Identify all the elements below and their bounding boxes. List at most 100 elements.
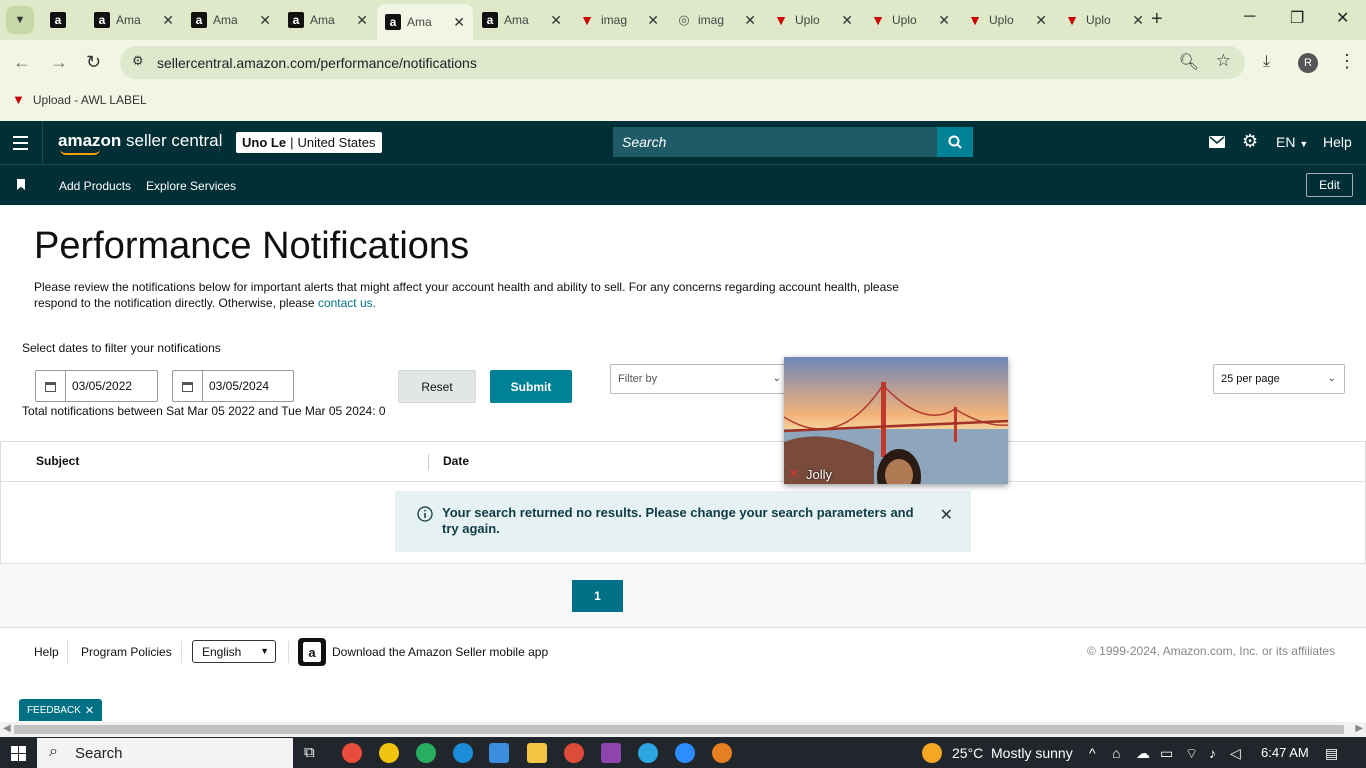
volume-icon[interactable]: ◁ [1230, 745, 1241, 762]
close-icon[interactable]: ✕ [647, 12, 659, 29]
video-call-overlay[interactable]: ✕ Jolly [784, 357, 1008, 484]
download-icon[interactable]: ⤓ [1263, 53, 1270, 71]
bookmark-item[interactable]: ▼ Upload - AWL LABEL [12, 92, 147, 107]
close-icon[interactable]: ✕ [453, 14, 465, 31]
browser-tab[interactable]: ▼ Uplo ✕ [1056, 4, 1152, 36]
scroll-right-icon[interactable]: ▶ [1355, 723, 1363, 734]
task-view-icon[interactable]: ⧉ [304, 744, 315, 761]
tab-search-button[interactable]: ▼ [6, 6, 34, 34]
scrollbar-thumb[interactable] [14, 725, 1344, 734]
seller-central-logo[interactable]: amazon seller central [58, 131, 222, 155]
forward-icon[interactable]: → [50, 52, 68, 73]
close-icon[interactable]: ✕ [744, 12, 756, 29]
store-icon[interactable] [489, 743, 509, 763]
edge-icon[interactable] [453, 743, 473, 763]
close-icon[interactable]: ✕ [259, 12, 271, 29]
seller-app-icon[interactable]: a [298, 638, 326, 666]
close-icon[interactable]: ✕ [1132, 12, 1144, 29]
column-date[interactable]: Date [443, 454, 469, 468]
footer-help-link[interactable]: Help [34, 645, 59, 659]
browser-tab[interactable]: a Ama ✕ [86, 4, 182, 36]
feedback-tab[interactable]: FEEDBACK ✕ [19, 699, 102, 721]
close-icon[interactable]: ✕ [550, 12, 562, 29]
battery-icon[interactable]: ▭ [1160, 745, 1173, 762]
end-date-field[interactable]: 03/05/2024 [172, 370, 294, 402]
chrome-icon[interactable] [379, 743, 399, 763]
meet-now-icon[interactable]: ⌂ [1112, 745, 1120, 761]
star-icon[interactable]: ☆ [1216, 51, 1231, 71]
menu-dots-icon[interactable]: ⋮ [1338, 51, 1356, 72]
address-bar[interactable]: ⚙ sellercentral.amazon.com/performance/n… [120, 46, 1245, 79]
reload-icon[interactable]: ↻ [86, 52, 101, 73]
page-number-button[interactable]: 1 [572, 580, 623, 612]
browser-tab[interactable]: ◎ imag ✕ [668, 4, 764, 36]
close-icon[interactable]: ✕ [940, 505, 953, 525]
onedrive-icon[interactable]: ☁ [1136, 745, 1150, 762]
microphone-icon[interactable]: ♪ [1209, 745, 1216, 761]
weather-condition[interactable]: Mostly sunny [991, 745, 1073, 761]
chrome-icon[interactable] [712, 743, 732, 763]
close-icon[interactable]: ✕ [162, 12, 174, 29]
wifi-icon[interactable]: ⌔ [1185, 745, 1198, 763]
weather-temperature[interactable]: 25°C [952, 745, 983, 761]
browser-tab-active[interactable]: a Ama ✕ [377, 4, 473, 40]
zoom-icon[interactable] [675, 743, 695, 763]
tray-chevron-icon[interactable]: ^ [1089, 745, 1096, 761]
browser-tab[interactable]: ▼ Uplo ✕ [959, 4, 1055, 36]
slack-icon[interactable] [601, 743, 621, 763]
minimize-icon[interactable]: ─ [1244, 8, 1255, 26]
program-policies-link[interactable]: Program Policies [81, 645, 172, 659]
close-icon[interactable]: ✕ [938, 12, 950, 29]
profile-avatar[interactable]: R [1298, 53, 1318, 73]
language-selector[interactable]: EN ▼ [1276, 134, 1308, 150]
help-link[interactable]: Help [1323, 134, 1352, 150]
edit-nav-button[interactable]: Edit [1306, 173, 1353, 197]
filter-by-select[interactable]: Filter by ⌄ [610, 364, 790, 394]
close-window-icon[interactable]: ✕ [1336, 8, 1349, 28]
telegram-icon[interactable] [638, 743, 658, 763]
browser-tab[interactable]: a Ama ✕ [280, 4, 376, 36]
scroll-left-icon[interactable]: ◀ [3, 723, 11, 734]
weather-icon[interactable] [922, 743, 942, 763]
browser-tab[interactable]: a Ama ✕ [183, 4, 279, 36]
download-app-link[interactable]: Download the Amazon Seller mobile app [332, 645, 548, 659]
browser-tab[interactable]: ▼ imag ✕ [571, 4, 667, 36]
seller-search-input[interactable]: Search [613, 127, 938, 157]
reset-button[interactable]: Reset [398, 370, 476, 403]
close-icon[interactable]: ✕ [841, 12, 853, 29]
hamburger-menu-icon[interactable] [13, 136, 28, 154]
per-page-select[interactable]: 25 per page ⌄ [1213, 364, 1345, 394]
nav-add-products[interactable]: Add Products [59, 179, 131, 193]
start-date-field[interactable]: 03/05/2022 [35, 370, 158, 402]
site-info-icon[interactable]: ⚙ [132, 53, 144, 69]
browser-tab[interactable]: a [42, 4, 82, 36]
submit-button[interactable]: Submit [490, 370, 572, 403]
url-text[interactable]: sellercentral.amazon.com/performance/not… [157, 55, 477, 71]
close-icon[interactable]: ✕ [356, 12, 368, 29]
clock-time[interactable]: 6:47 AM [1261, 745, 1309, 760]
restore-icon[interactable]: ❐ [1290, 8, 1304, 28]
footer-language-select[interactable]: English ▼ [192, 640, 276, 663]
settings-gear-icon[interactable]: ⚙ [1242, 131, 1258, 152]
mail-icon[interactable] [1209, 136, 1225, 148]
close-icon[interactable]: ✕ [1035, 12, 1047, 29]
calendar-icon[interactable] [36, 371, 66, 401]
nav-explore-services[interactable]: Explore Services [146, 179, 236, 193]
chrome-icon[interactable] [564, 743, 584, 763]
close-icon[interactable]: ✕ [85, 704, 94, 717]
chrome-icon[interactable] [416, 743, 436, 763]
notifications-icon[interactable]: ▤ [1325, 745, 1338, 762]
horizontal-scrollbar[interactable]: ◀ ▶ [0, 722, 1366, 737]
search-button[interactable] [937, 127, 973, 157]
back-icon[interactable]: ← [13, 52, 31, 73]
browser-tab[interactable]: a Ama ✕ [474, 4, 570, 36]
column-subject[interactable]: Subject [36, 454, 79, 468]
zoom-icon[interactable]: 🔍︎ [1179, 52, 1199, 72]
contact-us-link[interactable]: contact us. [318, 296, 376, 310]
new-tab-button[interactable]: + [1151, 8, 1163, 31]
browser-tab[interactable]: ▼ Uplo ✕ [862, 4, 958, 36]
account-switcher[interactable]: Uno Le | United States [236, 132, 382, 153]
chrome-icon[interactable] [342, 743, 362, 763]
browser-tab[interactable]: ▼ Uplo ✕ [765, 4, 861, 36]
taskbar-search-box[interactable]: ⌕ Search [37, 738, 293, 768]
